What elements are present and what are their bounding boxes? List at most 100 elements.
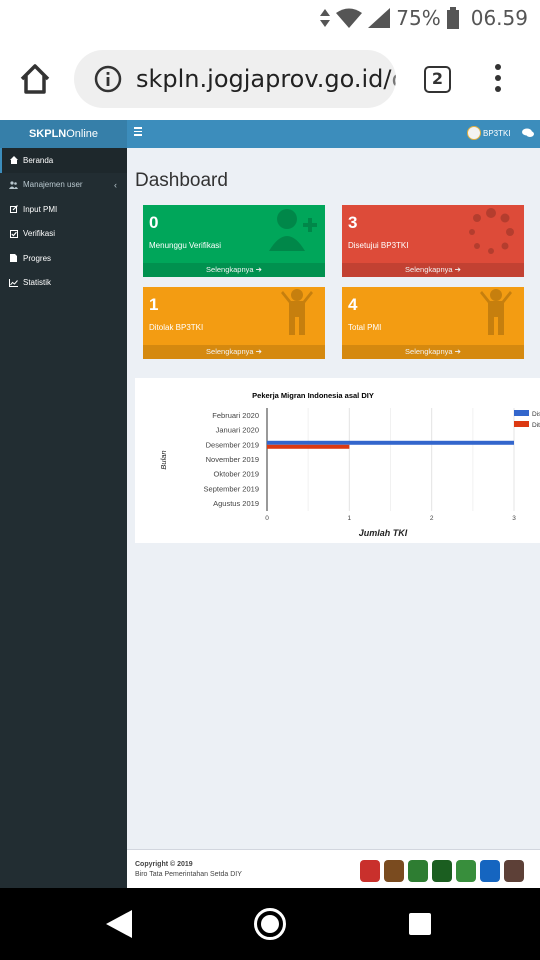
edit-icon <box>9 205 18 214</box>
address-bar[interactable]: skpln.jogjaprov.go.id/c. <box>74 50 396 108</box>
emblem-logo <box>408 860 428 882</box>
back-button[interactable] <box>106 910 132 938</box>
info-icon <box>94 65 122 93</box>
chevron-left-icon: ‹ <box>114 179 117 190</box>
legend-swatch <box>514 421 529 427</box>
y-tick-label: September 2019 <box>204 484 259 493</box>
signal-icon <box>368 8 391 28</box>
sidebar-item-verifikasi[interactable]: Verifikasi <box>0 222 127 247</box>
sidebar-item-label: Input PMI <box>23 204 58 214</box>
home-icon <box>9 156 18 165</box>
page-footer: Copyright © 2019 Biro Tata Pemerintahan … <box>127 849 540 888</box>
wifi-icon <box>336 8 363 28</box>
person-icon <box>480 289 512 335</box>
app-logo[interactable]: SKPLNOnline <box>0 120 127 148</box>
browser-toolbar: skpln.jogjaprov.go.id/c. 2 <box>0 38 540 120</box>
recents-button[interactable] <box>409 913 431 935</box>
emblem-logo <box>480 860 500 882</box>
x-axis-label: Jumlah TKI <box>359 528 408 538</box>
sidebar-item-manajemen-user[interactable]: Manajemen user ‹ <box>0 173 127 198</box>
box-label: Menunggu Verifikasi <box>149 241 222 250</box>
sidebar-item-label: Manajemen user <box>23 180 83 190</box>
box-more-link[interactable]: Selengkapnya ➔ <box>342 345 524 359</box>
y-tick-label: Februari 2020 <box>212 411 259 420</box>
bar[interactable] <box>267 440 514 445</box>
user-menu[interactable]: BP3TKI <box>467 126 511 140</box>
emblem-logo <box>360 860 380 882</box>
y-tick-label: November 2019 <box>206 455 259 464</box>
partner-emblems <box>360 860 524 882</box>
home-button[interactable] <box>18 62 52 96</box>
chart-title: Pekerja Migran Indonesia asal DIY <box>252 391 374 400</box>
bar-chart: Pekerja Migran Indonesia asal DIY Bulan … <box>159 391 540 538</box>
box-more-link[interactable]: Selengkapnya ➔ <box>143 345 325 359</box>
box-label: Disetujui BP3TKI <box>348 241 409 250</box>
emblem-logo <box>432 860 452 882</box>
box-more-link[interactable]: Selengkapnya ➔ <box>342 263 524 277</box>
battery-icon <box>446 7 459 29</box>
x-tick-label: 2 <box>430 515 434 522</box>
file-icon <box>9 254 18 263</box>
sidebar: Beranda Manajemen user ‹ Input PMI Verif… <box>0 148 127 888</box>
y-axis-label: Bulan <box>159 450 168 469</box>
sidebar-item-progres[interactable]: Progres <box>0 246 127 271</box>
sidebar-item-label: Beranda <box>23 155 54 165</box>
sidebar-item-input-pmi[interactable]: Input PMI <box>0 197 127 222</box>
x-tick-label: 3 <box>512 515 516 522</box>
check-square-icon <box>9 229 18 238</box>
home-icon <box>20 64 50 94</box>
status-bar: 75% 06.59 <box>0 0 540 38</box>
person-icon <box>281 289 313 335</box>
box-value: 1 <box>149 295 159 314</box>
box-label: Ditolak BP3TKI <box>149 323 204 332</box>
page-title: Dashboard <box>135 170 228 191</box>
x-tick-label: 1 <box>348 515 352 522</box>
sidebar-item-label: Statistik <box>23 278 52 288</box>
users-icon <box>9 180 18 189</box>
info-box-disetujui: 3 Disetujui BP3TKI Selengkapnya ➔ <box>342 205 524 277</box>
emblem-logo <box>504 860 524 882</box>
url-text: skpln.jogjaprov.go.id/c. <box>136 65 396 93</box>
chart-card: Pekerja Migran Indonesia asal DIY Bulan … <box>135 378 540 543</box>
sidebar-item-statistik[interactable]: Statistik <box>0 271 127 296</box>
x-tick-label: 0 <box>265 515 269 522</box>
sidebar-item-label: Progres <box>23 253 52 263</box>
user-name: BP3TKI <box>483 128 511 138</box>
app-header: SKPLNOnline BP3TKI <box>0 120 540 148</box>
spinner-icon <box>469 208 514 254</box>
y-tick-label: Desember 2019 <box>206 440 259 449</box>
copyright: Copyright © 2019 Biro Tata Pemerintahan … <box>135 861 242 878</box>
battery-percent: 75% <box>396 6 441 30</box>
emblem-logo <box>384 860 404 882</box>
system-nav-bar <box>0 888 540 960</box>
overflow-menu-button[interactable] <box>492 64 504 94</box>
sidebar-toggle-button[interactable] <box>134 127 142 136</box>
box-value: 0 <box>149 213 159 232</box>
y-tick-label: Agustus 2019 <box>213 499 259 508</box>
user-plus-icon <box>269 209 317 251</box>
box-value: 4 <box>348 295 358 314</box>
sidebar-item-beranda[interactable]: Beranda <box>0 148 127 173</box>
comments-icon[interactable] <box>522 128 534 138</box>
box-more-link[interactable]: Selengkapnya ➔ <box>143 263 325 277</box>
y-tick-label: Oktober 2019 <box>214 470 259 479</box>
home-nav-button[interactable] <box>254 908 286 940</box>
info-box-total-pmi: 4 Total PMI Selengkapnya ➔ <box>342 287 524 359</box>
info-box-menunggu-verifikasi: 0 Menunggu Verifikasi Selengkapnya ➔ <box>143 205 325 277</box>
clock: 06.59 <box>470 6 528 30</box>
tab-switcher-button[interactable]: 2 <box>424 66 451 93</box>
main-content: Dashboard 0 Menunggu Verifikasi Selengka… <box>127 148 540 849</box>
sidebar-item-label: Verifikasi <box>23 229 56 239</box>
box-label: Total PMI <box>348 323 382 332</box>
avatar <box>467 126 481 140</box>
line-chart-icon <box>9 278 18 287</box>
legend-swatch <box>514 410 529 416</box>
y-tick-label: Januari 2020 <box>216 426 259 435</box>
emblem-logo <box>456 860 476 882</box>
legend-label: Dis <box>532 411 540 418</box>
legend-label: Dit <box>532 422 540 429</box>
info-box-ditolak: 1 Ditolak BP3TKI Selengkapnya ➔ <box>143 287 325 359</box>
bar[interactable] <box>267 444 350 449</box>
data-arrows-icon <box>320 9 331 27</box>
box-value: 3 <box>348 213 358 232</box>
